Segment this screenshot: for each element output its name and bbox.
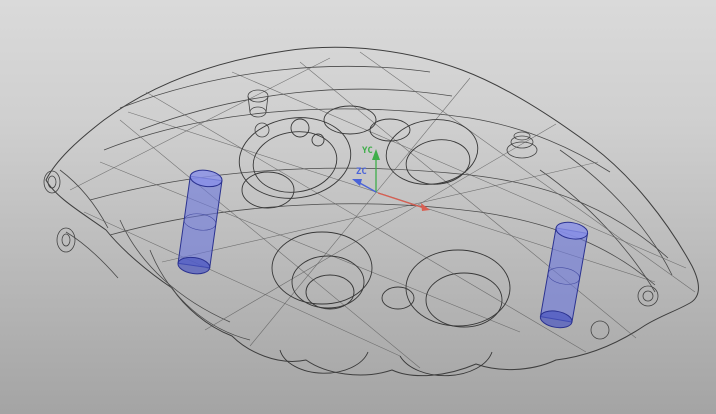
bleeder-hole	[254, 122, 270, 138]
top-hole-2	[311, 133, 325, 147]
caliper-body[interactable]	[45, 46, 699, 377]
center-port	[381, 286, 415, 310]
bottom-scallop-2	[399, 351, 493, 377]
right-boss-inner	[642, 290, 654, 302]
mount-lug-bottom-inner	[61, 233, 71, 247]
upper-bore-right-inner	[405, 139, 471, 185]
mount-lug-top-inner	[47, 175, 57, 189]
top-port-2	[369, 118, 411, 142]
top-hole-1	[290, 118, 310, 138]
upper-bore-left-outer	[238, 117, 352, 199]
bleeder-screw-top	[247, 89, 269, 103]
wcs-triad: YC ZC	[352, 146, 430, 211]
mount-lug-bottom-outer	[56, 227, 76, 253]
right-bolt	[590, 320, 610, 340]
mount-lug-top-outer	[43, 170, 61, 194]
wcs-axis-y-arrowhead	[372, 149, 380, 160]
wcs-axis-x	[377, 192, 425, 209]
wcs-label-yc: YC	[362, 146, 373, 156]
bridge-arc-2	[139, 88, 453, 131]
bleeder-screw-base	[249, 106, 267, 118]
upper-bore-left-seat	[241, 171, 295, 209]
bridge-arc-1	[119, 65, 431, 109]
top-port-1	[323, 105, 377, 135]
piston-right-body	[539, 227, 589, 323]
right-boss-outer	[637, 285, 659, 307]
bridge-arc-3	[103, 108, 611, 173]
model-canvas: YC ZC	[43, 46, 699, 377]
wireframe-tangent-lines	[69, 51, 696, 369]
lower-bore-left-outer	[271, 231, 373, 305]
lower-bore-right-inner	[425, 272, 503, 328]
piston-right[interactable]	[539, 220, 589, 330]
upper-bore-right-outer	[385, 119, 479, 185]
lower-bore-right-outer	[405, 249, 511, 327]
cad-viewport[interactable]: YC ZC	[0, 0, 716, 414]
wcs-label-zc: ZC	[356, 167, 367, 177]
piston-left[interactable]	[177, 168, 223, 275]
left-ear-edge	[59, 169, 119, 279]
